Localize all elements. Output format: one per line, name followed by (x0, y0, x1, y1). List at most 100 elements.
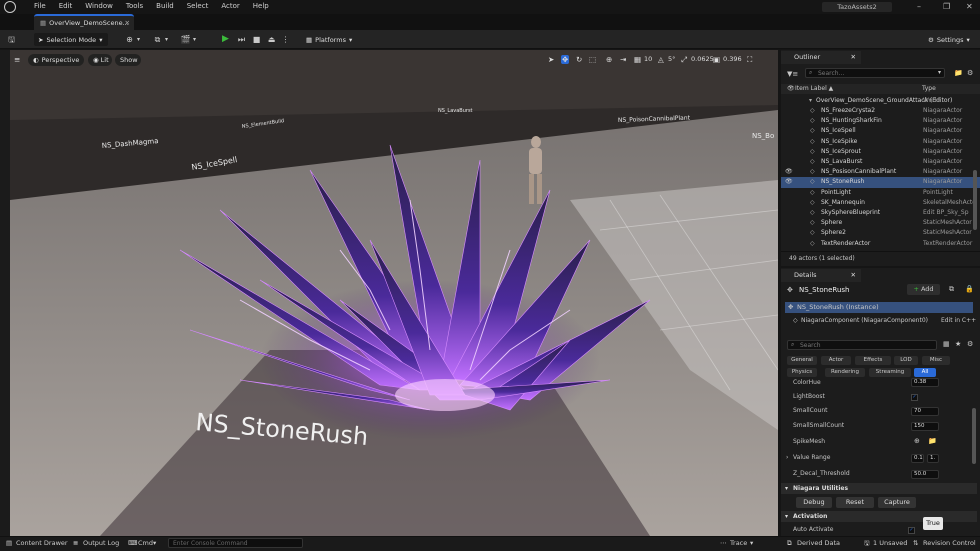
table-view-icon[interactable]: ▦ (943, 340, 950, 348)
instance-row[interactable]: ✥ NS_StoneRush (Instance) (785, 302, 973, 313)
eject-icon[interactable]: ⏏ (266, 34, 277, 45)
blueprint-icon[interactable]: ⧉ (949, 285, 954, 294)
filter-effects[interactable]: Effects (855, 356, 891, 365)
unsaved-button[interactable]: 1 Unsaved (873, 539, 907, 547)
details-search-input[interactable]: ⌕ Search (787, 340, 937, 350)
menu-actor[interactable]: Actor (221, 2, 239, 10)
menu-edit[interactable]: Edit (59, 2, 73, 10)
outliner-row[interactable]: ◇ PointLight PointLight (781, 188, 980, 198)
lock-icon[interactable]: 🔒 (965, 285, 974, 293)
add-component-button[interactable]: + Add (907, 284, 940, 295)
gear-icon[interactable]: ⚙ (967, 69, 973, 77)
capture-button[interactable]: Capture (878, 497, 916, 508)
perspective-button[interactable]: ◐ Perspective (28, 54, 84, 66)
visibility-icon[interactable]: 👁 (785, 177, 793, 187)
outliner-row[interactable]: ◇ TextRenderActor TextRenderActor (781, 239, 980, 249)
outliner-row[interactable]: ◇ NS_FreezeCrysta2 NiagaraActor (781, 106, 980, 116)
hamburger-icon[interactable]: ≡ (14, 55, 20, 64)
outliner-row[interactable]: ◇ Sphere StaticMeshActor (781, 218, 980, 228)
rotate-tool-icon[interactable]: ↻ (576, 55, 582, 64)
tab-level[interactable]: ▦ OverView_DemoScene... ✕ (34, 14, 134, 30)
filter-physics[interactable]: Physics (787, 368, 817, 377)
close-tab-icon[interactable]: ✕ (851, 269, 856, 282)
col-item-label[interactable]: Item Label ▲ (795, 84, 833, 94)
trace-button[interactable]: Trace (730, 539, 747, 547)
minimize-icon[interactable]: – (917, 2, 921, 11)
stop-icon[interactable]: ■ (251, 34, 262, 45)
smallsmallcount-field[interactable]: 150 (911, 422, 939, 431)
unreal-logo-icon[interactable] (4, 1, 16, 13)
filter-lod[interactable]: LOD (894, 356, 918, 365)
settings-button[interactable]: ⚙ Settings ▾ (924, 33, 976, 46)
chevron-down-icon[interactable]: ▾ (153, 539, 156, 547)
outliner-row[interactable]: ◇ NS_IceSpike NiagaraActor (781, 137, 980, 147)
filter-rendering[interactable]: Rendering (825, 368, 865, 377)
outliner-row[interactable]: ◇ NS_IceSpell NiagaraActor (781, 126, 980, 136)
revision-control-button[interactable]: Revision Control (923, 539, 976, 547)
console-input[interactable]: Enter Console Command (168, 538, 303, 548)
menu-build[interactable]: Build (156, 2, 174, 10)
z-decal-threshold-field[interactable]: 50.0 (911, 470, 939, 479)
chevron-down-icon[interactable]: ▾ (938, 69, 941, 76)
outliner-row[interactable]: ◇ NS_HuntingSharkFin NiagaraActor (781, 116, 980, 126)
section-niagara-utilities[interactable]: ▾ Niagara Utilities (781, 483, 977, 494)
scale-snap-icon[interactable]: ⤢ (681, 55, 687, 65)
tab-details[interactable]: Details ✕ (781, 269, 861, 282)
filter-general[interactable]: General (787, 356, 817, 365)
favorite-star-icon[interactable]: ★ (955, 340, 961, 348)
derived-data-icon[interactable]: ⧉ (787, 539, 792, 548)
cmd-button[interactable]: Cmd (138, 539, 153, 547)
colorhue-field[interactable]: 0.38 (911, 378, 939, 387)
gear-icon[interactable]: ⚙ (967, 340, 973, 348)
grid-snap-icon[interactable]: ▦ (634, 55, 641, 64)
add-folder-icon[interactable]: 📁 (954, 69, 963, 77)
move-tool-icon[interactable]: ✥ (561, 55, 570, 64)
more-options-icon[interactable]: ⋮ (280, 34, 291, 45)
outliner-row[interactable]: ◇ SkySphereBlueprint Edit BP_Sky_Sp (781, 208, 980, 218)
tab-outliner[interactable]: Outliner ✕ (781, 51, 861, 64)
play-icon[interactable]: ▶ (220, 34, 231, 45)
grid-snap-value[interactable]: 10 (644, 55, 652, 63)
rotation-snap-value[interactable]: 5° (668, 55, 675, 63)
folder-icon[interactable]: 📁 (928, 437, 937, 445)
filter-actor[interactable]: Actor (821, 356, 851, 365)
trace-icon[interactable]: ⋯ (720, 539, 727, 547)
section-activation[interactable]: ▾ Activation (781, 511, 977, 522)
outliner-row[interactable]: ◇ NS_IceSprout NiagaraActor (781, 147, 980, 157)
scale-tool-icon[interactable]: ⬚ (589, 55, 596, 64)
menu-window[interactable]: Window (85, 2, 113, 10)
lightboost-checkbox[interactable]: ✓ (911, 394, 918, 401)
maximize-viewport-icon[interactable]: ⛶ (747, 55, 752, 65)
chevron-down-icon[interactable]: ▾ (189, 34, 200, 45)
filter-icon[interactable]: ▼≡ (787, 70, 798, 78)
outliner-root-row[interactable]: ▾ OverView_DemoScene_GroundAttack (Edito… (781, 96, 980, 106)
unsaved-icon[interactable]: 🖫 (864, 539, 870, 550)
component-row[interactable]: ◇ NiagaraComponent (NiagaraComponent0) E… (785, 315, 977, 326)
menu-tools[interactable]: Tools (126, 2, 143, 10)
select-tool-icon[interactable]: ➤ (548, 55, 554, 64)
debug-button[interactable]: Debug (796, 497, 832, 508)
reset-button[interactable]: Reset (836, 497, 874, 508)
content-drawer-button[interactable]: Content Drawer (16, 539, 68, 547)
world-space-icon[interactable]: ⊕ (606, 55, 612, 64)
step-icon[interactable]: ⏭ (236, 34, 247, 45)
content-drawer-icon[interactable]: ▤ (6, 539, 12, 547)
chevron-down-icon[interactable]: ▾ (161, 34, 172, 45)
revision-control-icon[interactable]: ⇅ (913, 539, 918, 547)
chevron-right-icon[interactable]: › (786, 452, 788, 464)
surface-snap-icon[interactable]: ⇥ (620, 55, 626, 64)
edit-cpp-link[interactable]: Edit in C++ (941, 315, 976, 326)
outliner-row[interactable]: ◇ SK_Mannequin SkeletalMeshActor (781, 198, 980, 208)
rotation-snap-icon[interactable]: ◬ (658, 55, 664, 64)
show-button[interactable]: Show (115, 54, 141, 66)
output-log-icon[interactable]: ≣ (73, 539, 78, 547)
value-range-min-field[interactable]: 0.1 (911, 454, 924, 463)
close-tab-icon[interactable]: ✕ (851, 51, 856, 64)
filter-streaming[interactable]: Streaming (869, 368, 911, 377)
output-log-button[interactable]: Output Log (83, 539, 119, 547)
outliner-scrollbar[interactable] (973, 170, 977, 230)
close-window-icon[interactable]: ✕ (966, 2, 973, 11)
outliner-row[interactable]: ◇ Sphere2 StaticMeshActor (781, 228, 980, 238)
outliner-row[interactable]: ◇ NS_LavaBurst NiagaraActor (781, 157, 980, 167)
value-range-max-field[interactable]: 1. (927, 454, 939, 463)
